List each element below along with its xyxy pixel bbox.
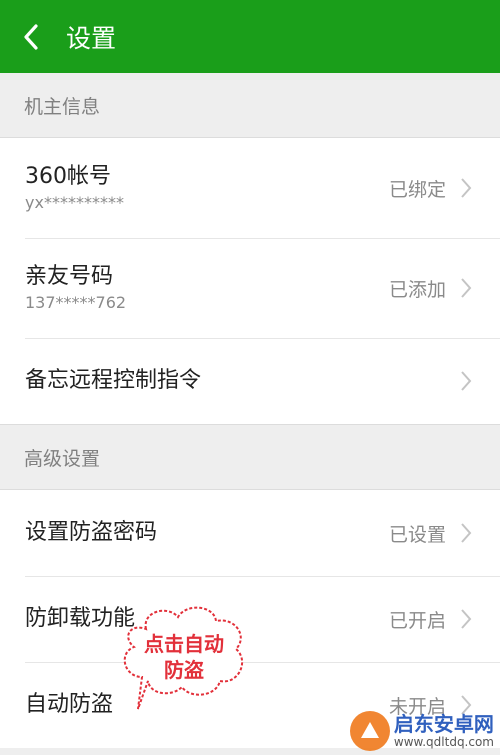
family-number-value: 137*****762 bbox=[25, 293, 127, 312]
site-logo-icon bbox=[349, 711, 390, 751]
account-row[interactable]: 360帐号 yx********** 已绑定 bbox=[0, 138, 500, 238]
app-header: 设置 bbox=[0, 0, 500, 73]
watermark-name: 启东安卓网 bbox=[393, 712, 494, 736]
chevron-right-icon bbox=[460, 522, 472, 544]
chevron-left-icon bbox=[24, 23, 38, 50]
family-number-status: 已添加 bbox=[388, 278, 446, 301]
account-status: 已绑定 bbox=[388, 178, 446, 201]
anti-uninstall-status: 已开启 bbox=[388, 609, 446, 632]
chevron-right-icon bbox=[460, 177, 472, 199]
section-title-owner-info: 机主信息 bbox=[0, 73, 500, 137]
remote-commands-label: 备忘远程控制指令 bbox=[25, 368, 202, 393]
anti-theft-password-status: 已设置 bbox=[388, 523, 446, 546]
chevron-right-icon bbox=[460, 370, 472, 392]
page-title: 设置 bbox=[66, 23, 117, 53]
watermark-url: www.qdltdq.com bbox=[393, 735, 494, 749]
back-button[interactable] bbox=[0, 0, 62, 73]
tip-text: 点击自动防盗 bbox=[144, 632, 224, 682]
chevron-right-icon bbox=[460, 608, 472, 630]
chevron-right-icon bbox=[460, 277, 472, 299]
family-number-row[interactable]: 亲友号码 137*****762 已添加 bbox=[0, 238, 500, 338]
anti-theft-password-label: 设置防盗密码 bbox=[25, 520, 158, 545]
section-title-advanced: 高级设置 bbox=[0, 425, 500, 489]
account-label: 360帐号 bbox=[25, 164, 111, 189]
remote-commands-row[interactable]: 备忘远程控制指令 bbox=[0, 338, 500, 424]
owner-info-group: 360帐号 yx********** 已绑定 亲友号码 137*****762 … bbox=[0, 137, 500, 425]
anti-theft-password-row[interactable]: 设置防盗密码 已设置 bbox=[0, 490, 500, 576]
family-number-label: 亲友号码 bbox=[25, 264, 114, 289]
account-value: yx********** bbox=[25, 193, 124, 212]
tip-callout: 点击自动防盗 bbox=[116, 603, 252, 715]
site-watermark: 启东安卓网 www.qdltdq.com bbox=[349, 711, 494, 751]
